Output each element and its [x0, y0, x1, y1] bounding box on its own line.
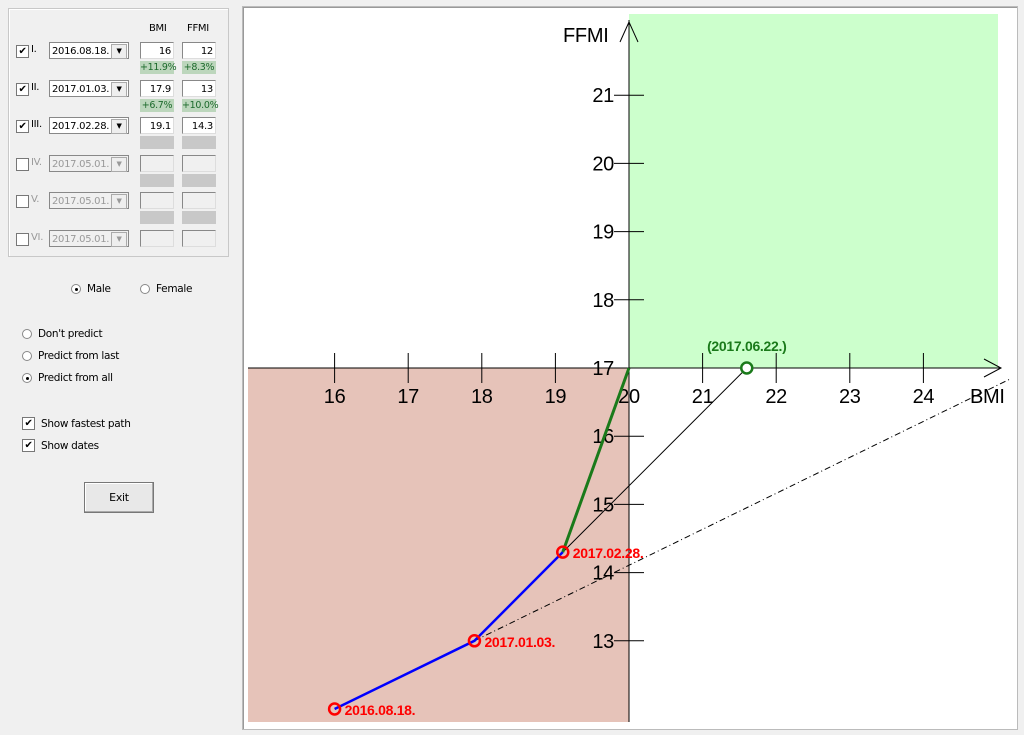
y-axis-label: FFMI	[563, 25, 608, 47]
x-tick-label: 19	[545, 386, 567, 408]
y-tick-label: 18	[592, 290, 614, 312]
x-tick-label: 24	[913, 386, 935, 408]
good-zone	[629, 14, 998, 368]
date-label: 2017.01.03.	[484, 634, 555, 650]
y-tick-label: 20	[592, 153, 614, 175]
x-tick-label: 22	[765, 386, 787, 408]
x-tick-label: 18	[471, 386, 493, 408]
date-label: 2017.02.28.	[573, 545, 644, 561]
prediction-date-label: (2017.06.22.)	[707, 338, 786, 354]
date-label: 2016.08.18.	[345, 702, 416, 718]
y-tick-label: 21	[592, 85, 614, 107]
y-tick-label: 15	[592, 494, 614, 516]
y-tick-label: 19	[592, 222, 614, 244]
y-tick-label: 13	[592, 631, 614, 653]
x-axis-label: BMI	[970, 386, 1005, 408]
predicted-point	[740, 361, 754, 375]
bmi-ffmi-chart: FFMIBMI161718192021222324131415161718192…	[248, 14, 1012, 722]
y-tick-label: 17	[592, 358, 614, 380]
x-tick-label: 17	[397, 386, 419, 408]
x-tick-label: 23	[839, 386, 861, 408]
x-tick-label: 16	[324, 386, 346, 408]
